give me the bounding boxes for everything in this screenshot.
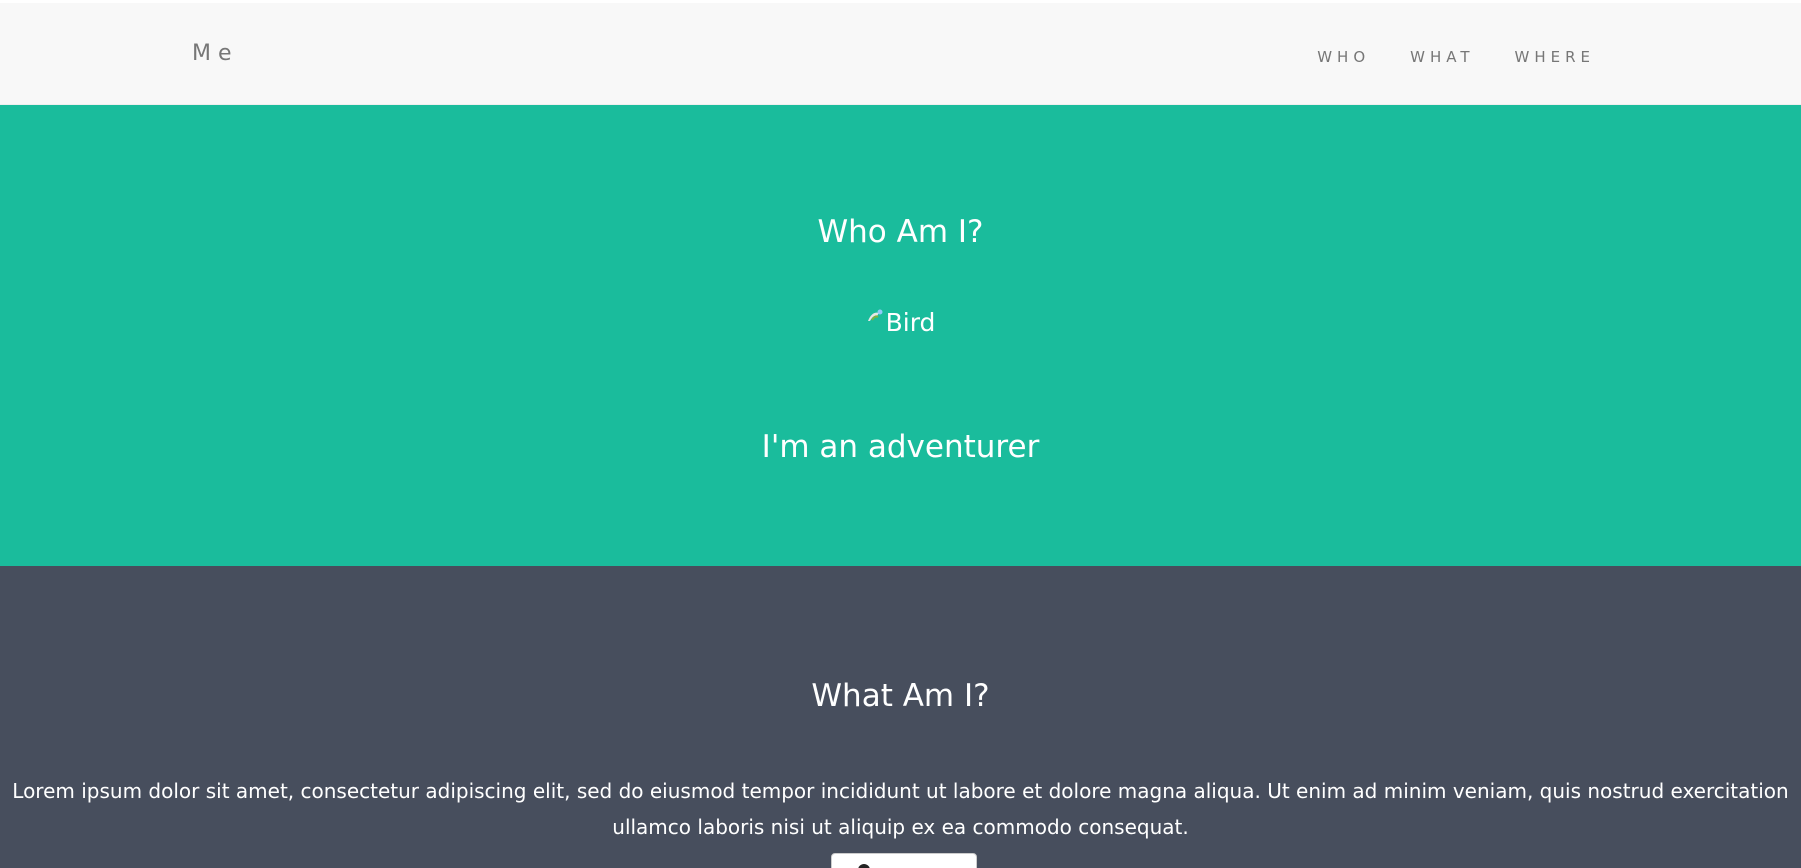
what-title: What Am I?: [811, 678, 990, 714]
who-title: Who Am I?: [817, 214, 984, 250]
nav-link-who[interactable]: WHO: [1317, 48, 1370, 66]
brand-link[interactable]: Me: [192, 41, 239, 66]
what-section: What Am I? Lorem ipsum dolor sit amet, c…: [0, 566, 1801, 868]
nav-links: WHO WHAT WHERE: [1317, 48, 1595, 66]
nav-link-what[interactable]: WHAT: [1410, 48, 1474, 66]
what-button[interactable]: [831, 853, 977, 868]
bird-image: Bird: [0, 308, 1801, 337]
who-subtitle: I'm an adventurer: [761, 429, 1040, 465]
who-section: Who Am I? Bird I'm an adventurer: [0, 105, 1801, 566]
what-body: Lorem ipsum dolor sit amet, consectetur …: [12, 779, 1789, 839]
broken-image-icon: [866, 307, 886, 327]
navbar: Me WHO WHAT WHERE: [0, 3, 1801, 105]
nav-link-where[interactable]: WHERE: [1515, 48, 1596, 66]
bird-image-alt: Bird: [885, 308, 936, 337]
circle-icon: [858, 864, 870, 868]
